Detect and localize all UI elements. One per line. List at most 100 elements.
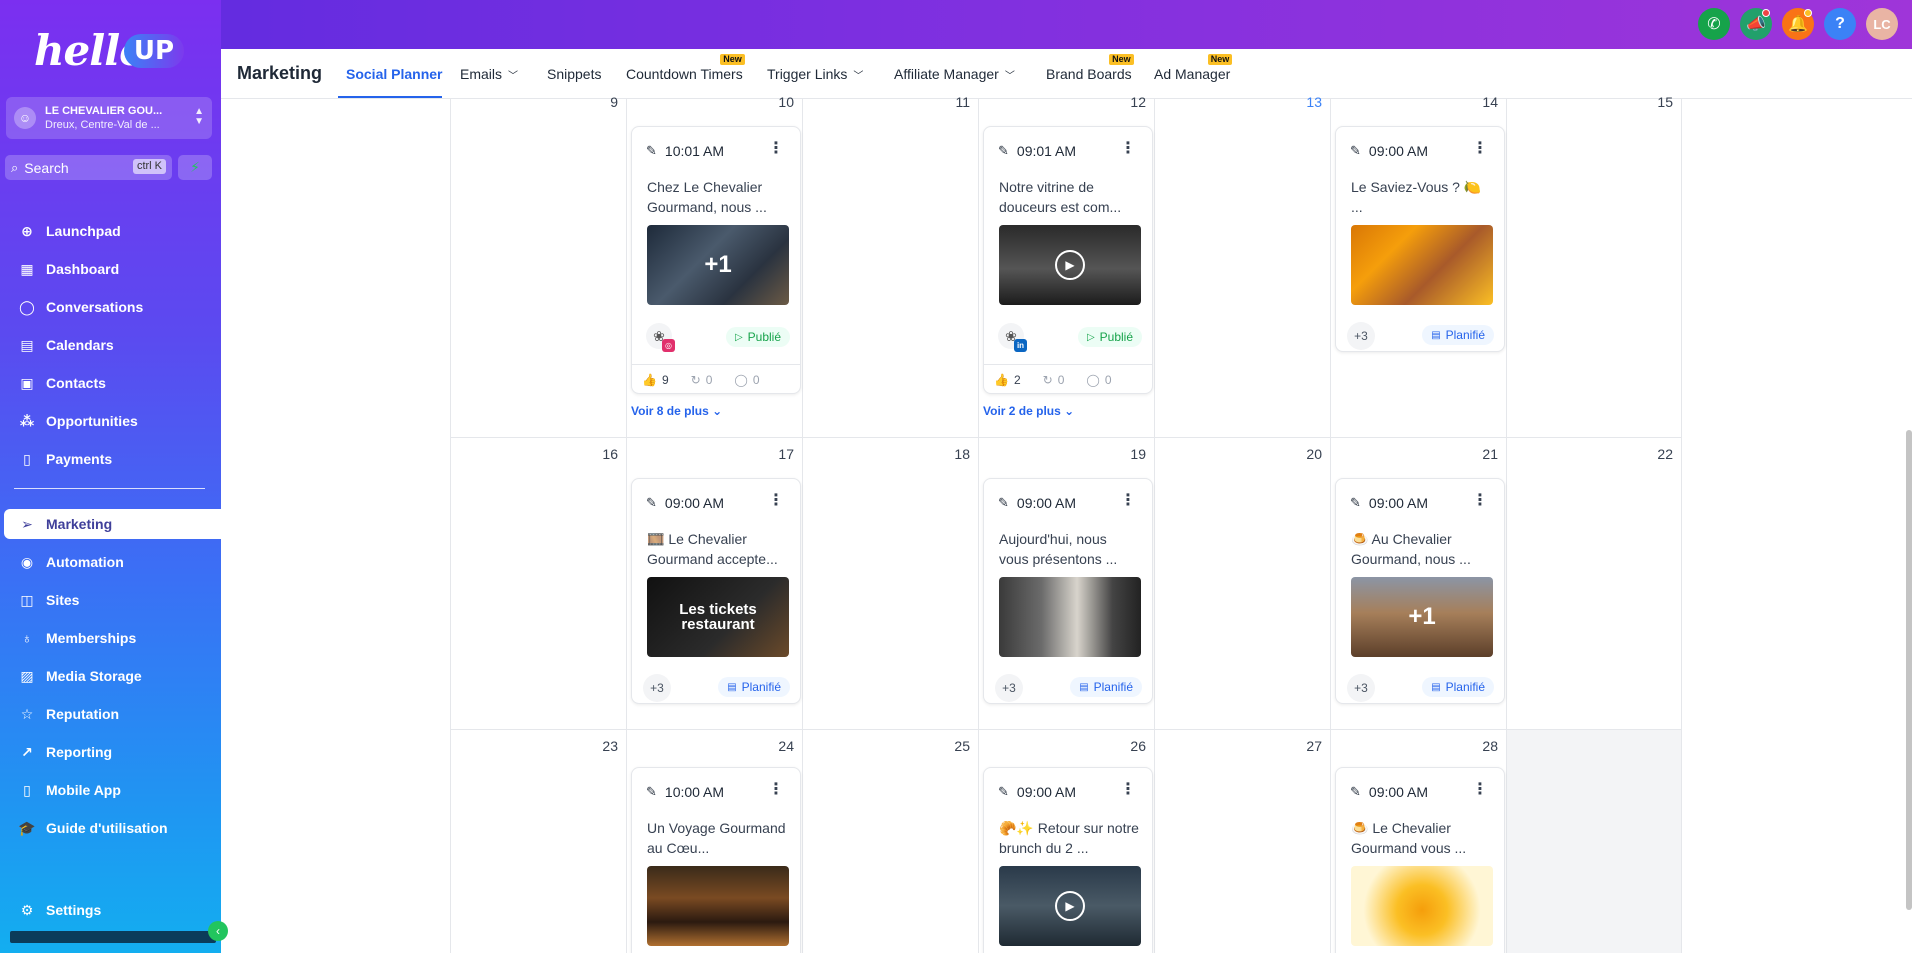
collapse-sidebar-icon[interactable]: ‹ [208, 921, 228, 941]
day-number[interactable]: 12 [1116, 94, 1146, 110]
comments-count: 0 [1104, 372, 1112, 387]
day-number[interactable]: 17 [764, 446, 794, 462]
megaphone-icon[interactable]: 📣 [1740, 8, 1772, 40]
more-options-icon[interactable]: ⋮ [1472, 493, 1488, 509]
search-input[interactable]: ⌕ Search ctrl K [5, 155, 172, 180]
tab-emails[interactable]: Emails ﹀ [460, 66, 518, 82]
sidebar-item-opportunities[interactable]: ⁂ Opportunities [4, 406, 221, 436]
sidebar-item-launchpad[interactable]: ⊕ Launchpad [4, 216, 221, 246]
sidebar-item-media-storage[interactable]: ▨ Media Storage [4, 661, 221, 691]
grid-line [450, 99, 451, 953]
sidebar-item-conversations[interactable]: ◯ Conversations [4, 292, 221, 322]
help-icon[interactable]: ? [1824, 8, 1856, 40]
post-card[interactable]: ✎ 09:00 AM ⋮ Le Saviez-Vous ? 🍋 ... +3 ▤ P… [1335, 126, 1505, 352]
sidebar-item-reporting[interactable]: ↗ Reporting [4, 737, 221, 767]
sidebar-item-payments[interactable]: ▯ Payments [4, 444, 221, 474]
post-card[interactable]: ✎ 09:00 AM ⋮ 🍮 Au Chevalier Gourmand, nou… [1335, 478, 1505, 704]
sidebar-item-mobile-app[interactable]: ▯ Mobile App [4, 775, 221, 805]
sidebar-item-contacts[interactable]: ▣ Contacts [4, 368, 221, 398]
day-number[interactable]: 26 [1116, 738, 1146, 754]
day-number[interactable]: 28 [1468, 738, 1498, 754]
post-card[interactable]: ✎ 09:00 AM ⋮ Aujourd'hui, nous vous prése… [983, 478, 1153, 704]
post-thumbnail[interactable]: Les tickets restaurant [647, 577, 789, 657]
avatar[interactable]: LC [1866, 8, 1898, 40]
phone-icon[interactable]: ✆ [1698, 8, 1730, 40]
tab-affiliate-manager[interactable]: Affiliate Manager ﹀ [894, 66, 1015, 82]
more-options-icon[interactable]: ⋮ [768, 141, 784, 157]
sidebar-item-dashboard[interactable]: ▦ Dashboard [4, 254, 221, 284]
search-placeholder: Search [24, 159, 69, 176]
edit-icon: ✎ [646, 143, 657, 158]
more-options-icon[interactable]: ⋮ [1472, 141, 1488, 157]
bell-icon[interactable]: 🔔 [1782, 8, 1814, 40]
post-thumbnail[interactable] [999, 577, 1141, 657]
tab-trigger-links[interactable]: Trigger Links ﹀ [767, 66, 863, 82]
sidebar-item-marketing[interactable]: ➢ Marketing [4, 509, 221, 539]
day-number[interactable]: 23 [588, 738, 618, 754]
day-number[interactable]: 24 [764, 738, 794, 754]
send-icon: ➢ [21, 515, 33, 532]
page-scrollbar[interactable] [1906, 430, 1912, 910]
tab-brand-boards[interactable]: Brand Boards New [1046, 54, 1134, 82]
sidebar-item-label: Reputation [46, 706, 120, 722]
post-card[interactable]: ✎ 09:00 AM ⋮ 🍮 Le Chevalier Gourmand vous… [1335, 767, 1505, 953]
day-number[interactable]: 10 [764, 94, 794, 110]
more-options-icon[interactable]: ⋮ [1120, 493, 1136, 509]
day-number[interactable]: 25 [940, 738, 970, 754]
day-number-today[interactable]: 13 [1292, 94, 1322, 110]
post-thumbnail[interactable] [647, 866, 789, 946]
post-card[interactable]: ✎ 10:01 AM ⋮ Chez Le Chevalier Gourmand, … [631, 126, 801, 394]
more-options-icon[interactable]: ⋮ [1472, 782, 1488, 798]
tab-label: Emails [460, 66, 503, 82]
see-more-link[interactable]: Voir 2 de plus ⌄ [983, 404, 1074, 418]
post-excerpt: Aujourd'hui, nous vous présentons ... [999, 531, 1118, 567]
quick-action-bolt-icon[interactable]: ⚡ [178, 155, 212, 180]
day-number[interactable]: 15 [1643, 94, 1673, 110]
day-number[interactable]: 9 [588, 94, 618, 110]
comments-count: 0 [752, 372, 760, 387]
sidebar-item-guide[interactable]: 🎓 Guide d'utilisation [4, 813, 221, 843]
tab-social-planner[interactable]: Social Planner [346, 66, 442, 82]
see-more-link[interactable]: Voir 8 de plus ⌄ [631, 404, 722, 418]
more-options-icon[interactable]: ⋮ [1120, 141, 1136, 157]
sidebar-item-memberships[interactable]: ♁ Memberships [4, 623, 221, 653]
sites-icon: ◫ [20, 591, 34, 608]
post-card[interactable]: ✎ 09:01 AM ⋮ Notre vitrine de douceurs es… [983, 126, 1153, 394]
more-options-icon[interactable]: ⋮ [1120, 782, 1136, 798]
day-number[interactable]: 11 [940, 94, 970, 110]
more-options-icon[interactable]: ⋮ [768, 493, 784, 509]
post-card[interactable]: ✎ 09:00 AM ⋮ 🎞️ Le Chevalier Gourmand acc… [631, 478, 801, 704]
send-icon: ▷ [1086, 331, 1095, 343]
sidebar-item-settings[interactable]: ⚙ Settings [4, 895, 221, 925]
grid-line [1154, 99, 1155, 953]
post-thumbnail[interactable]: ▶ [999, 866, 1141, 946]
sidebar-item-automation[interactable]: ◉ Automation [4, 547, 221, 577]
day-number[interactable]: 20 [1292, 446, 1322, 462]
day-number[interactable]: 19 [1116, 446, 1146, 462]
post-thumbnail[interactable]: +1 [647, 225, 789, 305]
sidebar-item-calendars[interactable]: ▤ Calendars [4, 330, 221, 360]
account-switcher[interactable]: ☺ LE CHEVALIER GOU... Dreux, Centre-Val … [6, 97, 212, 139]
post-time: ✎ 10:00 AM [646, 784, 724, 800]
day-number[interactable]: 21 [1468, 446, 1498, 462]
contacts-icon: ▣ [20, 374, 34, 391]
tab-snippets[interactable]: Snippets [547, 66, 601, 82]
tab-ad-manager[interactable]: Ad Manager New [1154, 54, 1233, 82]
day-number[interactable]: 22 [1643, 446, 1673, 462]
tab-label: Countdown Timers [626, 66, 743, 82]
more-options-icon[interactable]: ⋮ [768, 782, 784, 798]
post-thumbnail[interactable]: +1 [1351, 577, 1493, 657]
post-thumbnail[interactable]: ▶ [999, 225, 1141, 305]
status-label: Planifié [741, 680, 781, 694]
sidebar-item-sites[interactable]: ◫ Sites [4, 585, 221, 615]
tab-countdown-timers[interactable]: Countdown Timers New [626, 54, 745, 82]
post-thumbnail[interactable] [1351, 225, 1493, 305]
post-thumbnail[interactable] [1351, 866, 1493, 946]
sidebar-item-reputation[interactable]: ☆ Reputation [4, 699, 221, 729]
day-number[interactable]: 27 [1292, 738, 1322, 754]
day-number[interactable]: 16 [588, 446, 618, 462]
post-card[interactable]: ✎ 09:00 AM ⋮ 🥐✨ Retour sur notre brunch d… [983, 767, 1153, 953]
day-number[interactable]: 14 [1468, 94, 1498, 110]
day-number[interactable]: 18 [940, 446, 970, 462]
post-card[interactable]: ✎ 10:00 AM ⋮ Un Voyage Gourmand au Cœu... [631, 767, 801, 953]
